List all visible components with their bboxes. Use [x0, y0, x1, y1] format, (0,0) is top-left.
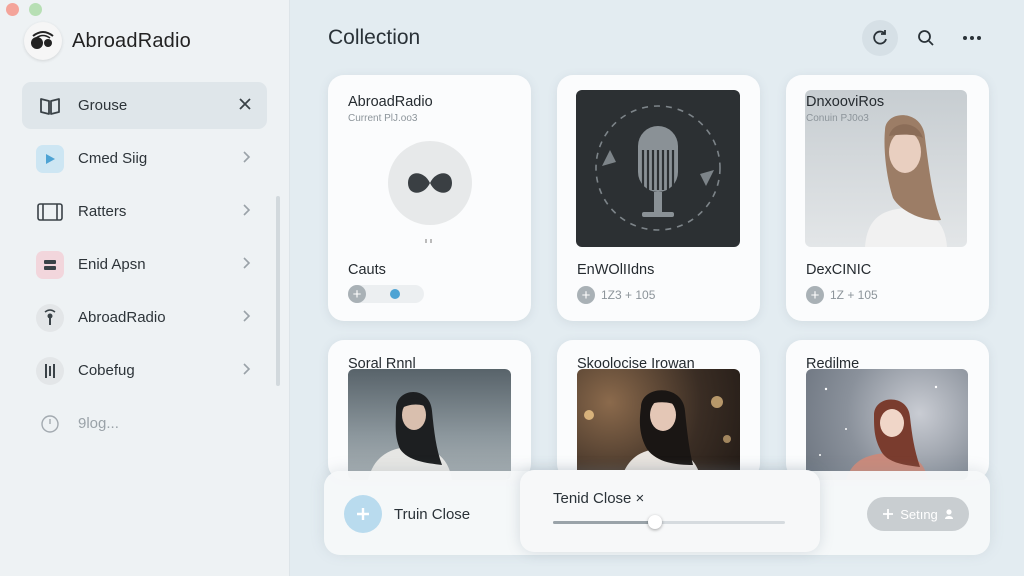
card-title: DnxooviRos — [806, 94, 885, 110]
progress-slider[interactable] — [553, 515, 785, 529]
equalizer-icon — [36, 356, 64, 385]
sidebar: AbroadRadio Grouse Cmed Siig Ratters Eni… — [0, 0, 290, 576]
chevron-right-icon — [243, 150, 251, 168]
list-icon — [36, 250, 64, 279]
book-icon — [36, 92, 64, 120]
panel-title: Tenid Close × — [553, 490, 645, 507]
setting-button-label: Setıng — [900, 506, 938, 522]
toolbar — [862, 20, 990, 56]
card-subtitle: Current PlJ.oo3 — [348, 113, 418, 124]
maximize-window-icon[interactable] — [29, 3, 42, 16]
card-meta: + 1Z3 + 105 — [577, 286, 655, 304]
add-icon[interactable]: + — [348, 285, 366, 303]
card-subtitle: Conuin PJ0o3 — [806, 113, 869, 124]
sidebar-item-ratters[interactable]: Ratters — [22, 188, 267, 235]
add-button[interactable] — [344, 495, 382, 533]
collection-card[interactable]: EnWOlIIdns + 1Z3 + 105 — [557, 75, 760, 321]
portrait-photo — [806, 369, 968, 480]
clock-icon — [36, 410, 64, 438]
card-meta: + 1Z + 105 — [806, 286, 878, 304]
microphone-icon — [576, 90, 740, 247]
refresh-icon[interactable] — [862, 20, 898, 56]
search-icon[interactable] — [908, 20, 944, 56]
card-meta-text: 1Z + 105 — [830, 288, 878, 302]
card-caption: Cauts — [348, 262, 386, 278]
chevron-right-icon — [243, 256, 251, 274]
infinity-icon — [388, 141, 472, 225]
radio-icon — [36, 303, 64, 332]
film-icon — [36, 198, 64, 226]
playback-panel: Tenid Close × — [520, 470, 820, 552]
sidebar-item-enid-apsn[interactable]: Enid Apsn — [22, 241, 267, 288]
app-brand: AbroadRadio — [24, 22, 191, 60]
card-caption: EnWOlIIdns — [577, 262, 655, 278]
sidebar-item-label: Cmed Siig — [78, 150, 148, 167]
add-icon[interactable]: + — [806, 286, 824, 304]
card-caption: DexCINIC — [806, 262, 872, 278]
portrait-photo — [577, 369, 740, 480]
collection-card[interactable]: Soral Rnnl — [328, 340, 531, 480]
sidebar-item-label: Cobefug — [78, 362, 135, 379]
slider-handle[interactable] — [648, 515, 663, 529]
play-icon — [36, 144, 64, 173]
sidebar-item-9log[interactable]: 9log... — [22, 400, 267, 447]
close-icon[interactable] — [239, 97, 251, 115]
collection-card[interactable]: DnxooviRos Conuin PJ0o3 DexCINIC + 1Z + … — [786, 75, 989, 321]
progress-dot — [390, 289, 400, 299]
sidebar-item-abroadradio[interactable]: AbroadRadio — [22, 294, 267, 341]
sidebar-item-label: Enid Apsn — [78, 256, 146, 273]
sidebar-item-cobefug[interactable]: Cobefug — [22, 347, 267, 394]
portrait-photo — [348, 369, 511, 480]
window-controls — [6, 3, 42, 16]
sidebar-item-cmed-siig[interactable]: Cmed Siig — [22, 135, 267, 182]
card-meta-text: 1Z3 + 105 — [601, 288, 656, 302]
chevron-right-icon — [243, 309, 251, 327]
app-title: AbroadRadio — [72, 29, 191, 52]
collection-card[interactable]: Skoolocise Irowan — [557, 340, 760, 480]
setting-button[interactable]: Setıng — [867, 497, 969, 531]
card-title: AbroadRadio — [348, 94, 433, 110]
chevron-right-icon — [243, 362, 251, 380]
sidebar-item-label: Ratters — [78, 203, 127, 220]
add-icon[interactable]: + — [577, 286, 595, 304]
plus-icon — [883, 509, 894, 519]
collection-card[interactable]: Redilme — [786, 340, 989, 480]
dock-label[interactable]: Truin Close — [394, 506, 470, 523]
sidebar-item-label: AbroadRadio — [78, 309, 166, 326]
slider-fill — [553, 521, 656, 524]
sidebar-nav: Grouse Cmed Siig Ratters Enid Apsn Abroa… — [22, 82, 267, 453]
sidebar-item-label: 9log... — [78, 415, 119, 432]
sidebar-item-grouse[interactable]: Grouse — [22, 82, 267, 129]
page-title: Collection — [328, 26, 421, 49]
close-window-icon[interactable] — [6, 3, 19, 16]
radio-logo-icon — [24, 22, 62, 60]
pager-dots — [425, 239, 435, 243]
chevron-right-icon — [243, 203, 251, 221]
more-icon[interactable] — [954, 20, 990, 56]
collection-card[interactable]: AbroadRadio Current PlJ.oo3 Cauts + — [328, 75, 531, 321]
sidebar-item-label: Grouse — [78, 97, 128, 114]
sidebar-scrollbar[interactable] — [276, 196, 280, 386]
person-icon — [944, 509, 953, 519]
playback-control[interactable]: + — [348, 285, 424, 303]
